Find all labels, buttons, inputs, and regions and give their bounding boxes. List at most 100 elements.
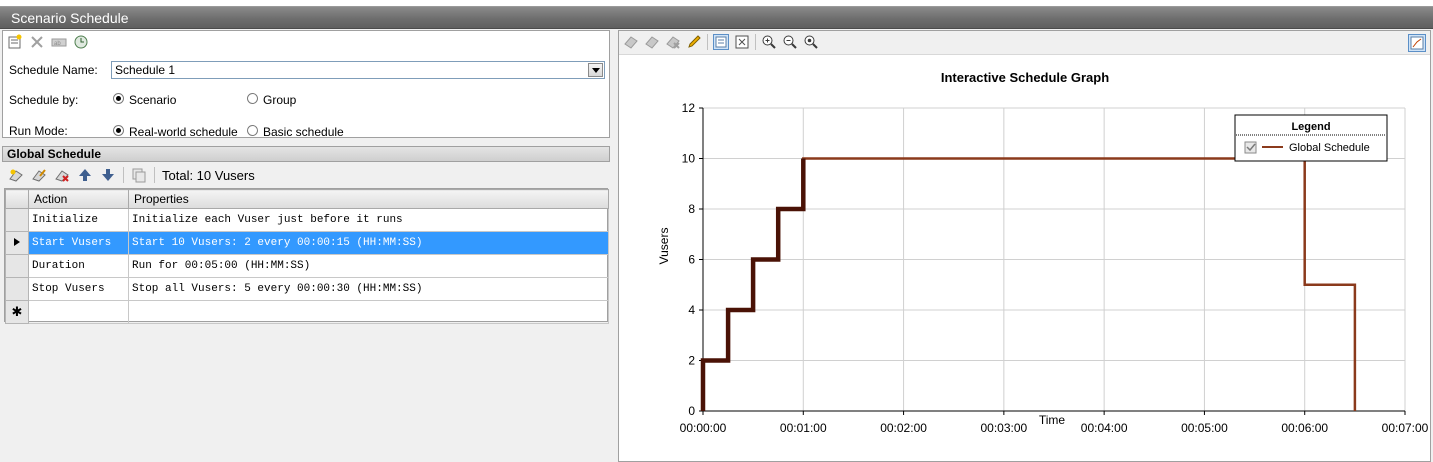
zoom-out-icon[interactable]	[782, 34, 798, 50]
toolbar-divider	[755, 34, 756, 50]
svg-text:ab: ab	[54, 41, 61, 47]
new-row[interactable]: ✱	[5, 300, 609, 324]
top-strip	[0, 0, 1433, 7]
delete-action-icon[interactable]	[54, 167, 70, 183]
y-tick-label: 10	[682, 152, 696, 166]
y-tick-label: 6	[688, 253, 695, 267]
y-axis-ticks: 0 2 4 6 8 10 12	[682, 101, 703, 418]
chart-series[interactable]	[700, 157, 1357, 412]
legend-series-name: Global Schedule	[1289, 142, 1370, 154]
x-axis-label: Time	[1039, 413, 1066, 427]
row-header[interactable]	[5, 254, 29, 278]
new-schedule-icon[interactable]	[7, 34, 23, 50]
properties-cell[interactable]: Stop all Vusers: 5 every 00:00:30 (HH:MM…	[128, 277, 609, 301]
toolbar-divider	[123, 167, 124, 183]
schedule-name-label: Schedule Name:	[9, 63, 98, 77]
left-panel: ab Schedule Name: Schedule 1 Schedule by…	[2, 30, 610, 462]
run-mode-basic-radio[interactable]	[247, 125, 258, 136]
action-cell[interactable]: Start Vusers	[28, 231, 129, 255]
fit-to-window-icon[interactable]	[734, 34, 750, 50]
properties-cell[interactable]: Initialize each Vuser just before it run…	[128, 208, 609, 232]
y-tick-label: 4	[688, 303, 695, 317]
current-row-arrow-icon	[14, 237, 20, 246]
schedule-by-group-label: Group	[263, 93, 297, 107]
column-header-action[interactable]: Action	[28, 189, 129, 209]
total-vusers-label: Total: 10 Vusers	[162, 167, 255, 183]
schedule-graph[interactable]: Interactive Schedule Graph 0 2 4 6 8 10 12 00:…	[619, 56, 1430, 462]
schedule-toolbar: ab	[7, 34, 89, 50]
arrow-down-icon[interactable]	[100, 167, 116, 183]
action-cell[interactable]: Initialize	[28, 208, 129, 232]
schedule-by-label: Schedule by:	[9, 93, 79, 107]
copy-icon[interactable]	[131, 167, 147, 183]
y-axis-label: Vusers	[657, 228, 671, 265]
run-mode-real-world-radio[interactable]	[113, 125, 124, 136]
x-tick-label: 00:06:00	[1281, 421, 1328, 435]
x-tick-label: 00:04:00	[1081, 421, 1128, 435]
x-tick-label: 00:05:00	[1181, 421, 1228, 435]
table-row[interactable]: Stop Vusers Stop all Vusers: 5 every 00:…	[5, 277, 609, 301]
row-header[interactable]	[5, 277, 29, 301]
run-mode-label: Run Mode:	[9, 124, 68, 138]
legend-toggle-icon[interactable]	[713, 34, 729, 50]
y-tick-label: 0	[688, 404, 695, 418]
properties-cell[interactable]	[128, 300, 609, 324]
x-tick-label: 00:03:00	[980, 421, 1027, 435]
schedule-name-combo[interactable]: Schedule 1	[111, 61, 605, 79]
row-header[interactable]	[5, 231, 29, 255]
graph-delete-icon[interactable]	[665, 34, 681, 50]
schedule-settings: ab Schedule Name: Schedule 1 Schedule by…	[2, 30, 610, 139]
pencil-icon[interactable]	[686, 34, 702, 50]
legend-title: Legend	[1291, 121, 1330, 133]
run-mode-real-world-label: Real-world schedule	[129, 125, 238, 139]
add-action-icon[interactable]	[8, 167, 24, 183]
graph-options-icon[interactable]	[1408, 34, 1426, 52]
properties-cell[interactable]: Start 10 Vusers: 2 every 00:00:15 (HH:MM…	[128, 231, 609, 255]
window-title: Scenario Schedule	[0, 7, 1433, 29]
rename-schedule-icon[interactable]: ab	[51, 34, 67, 50]
toolbar-divider	[154, 167, 155, 183]
table-row[interactable]: Duration Run for 00:05:00 (HH:MM:SS)	[5, 254, 609, 278]
graph-select-icon[interactable]	[623, 34, 639, 50]
edit-action-icon[interactable]	[31, 167, 47, 183]
table-row[interactable]: Initialize Initialize each Vuser just be…	[5, 208, 609, 232]
schedule-run-icon[interactable]	[73, 34, 89, 50]
global-schedule-header: Global Schedule	[2, 146, 610, 162]
table-row-selected[interactable]: Start Vusers Start 10 Vusers: 2 every 00…	[5, 231, 609, 255]
new-row-marker: ✱	[5, 300, 29, 324]
row-header[interactable]	[5, 208, 29, 232]
graph-panel: Interactive Schedule Graph 0 2 4 6 8 10 12 00:…	[618, 30, 1431, 462]
chevron-down-icon[interactable]	[588, 63, 603, 77]
schedule-name-value: Schedule 1	[115, 63, 176, 77]
action-cell[interactable]	[28, 300, 129, 324]
grid-corner-header	[5, 189, 29, 209]
chart-legend[interactable]: Legend Global Schedule	[1234, 114, 1388, 162]
global-schedule-grid: Action Properties Initialize Initialize …	[4, 188, 609, 324]
arrow-up-icon[interactable]	[77, 167, 93, 183]
x-tick-label: 00:02:00	[880, 421, 927, 435]
zoom-in-icon[interactable]	[761, 34, 777, 50]
schedule-by-group-radio[interactable]	[247, 93, 258, 104]
graph-toolbar	[619, 31, 1430, 55]
series-line	[701, 157, 1357, 411]
zoom-reset-icon[interactable]	[803, 34, 819, 50]
series-line-ramp-highlight	[700, 158, 806, 411]
y-tick-label: 8	[688, 202, 695, 216]
x-tick-label: 00:01:00	[780, 421, 827, 435]
delete-schedule-icon[interactable]	[29, 34, 45, 50]
run-mode-basic-label: Basic schedule	[263, 125, 344, 139]
schedule-by-scenario-label: Scenario	[129, 93, 177, 107]
global-schedule-toolbar: Total: 10 Vusers	[2, 163, 610, 187]
action-cell[interactable]: Stop Vusers	[28, 277, 129, 301]
properties-cell[interactable]: Run for 00:05:00 (HH:MM:SS)	[128, 254, 609, 278]
toolbar-divider	[707, 34, 708, 50]
y-tick-label: 2	[688, 354, 695, 368]
action-cell[interactable]: Duration	[28, 254, 129, 278]
x-tick-label: 00:07:00	[1382, 421, 1429, 435]
schedule-by-scenario-radio[interactable]	[113, 93, 124, 104]
y-tick-label: 12	[682, 101, 696, 115]
chart-title: Interactive Schedule Graph	[941, 70, 1109, 85]
column-header-properties[interactable]: Properties	[128, 189, 609, 209]
graph-edit-icon[interactable]	[644, 34, 660, 50]
x-tick-label: 00:00:00	[680, 421, 727, 435]
